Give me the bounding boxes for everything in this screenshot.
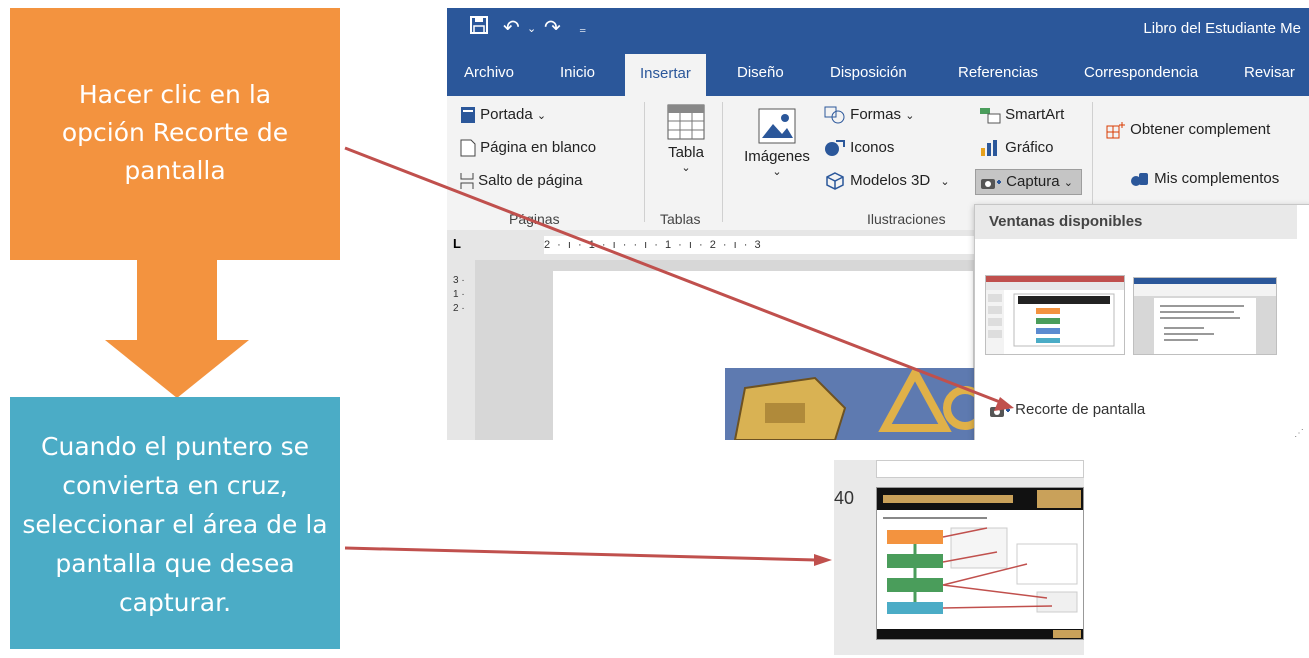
annotation-arrows <box>344 146 1014 566</box>
arrow-head-icon <box>814 554 832 566</box>
arrow-to-recorte <box>344 146 1001 404</box>
arrow-to-capture <box>344 546 817 562</box>
arrow-head-icon <box>994 397 1014 411</box>
